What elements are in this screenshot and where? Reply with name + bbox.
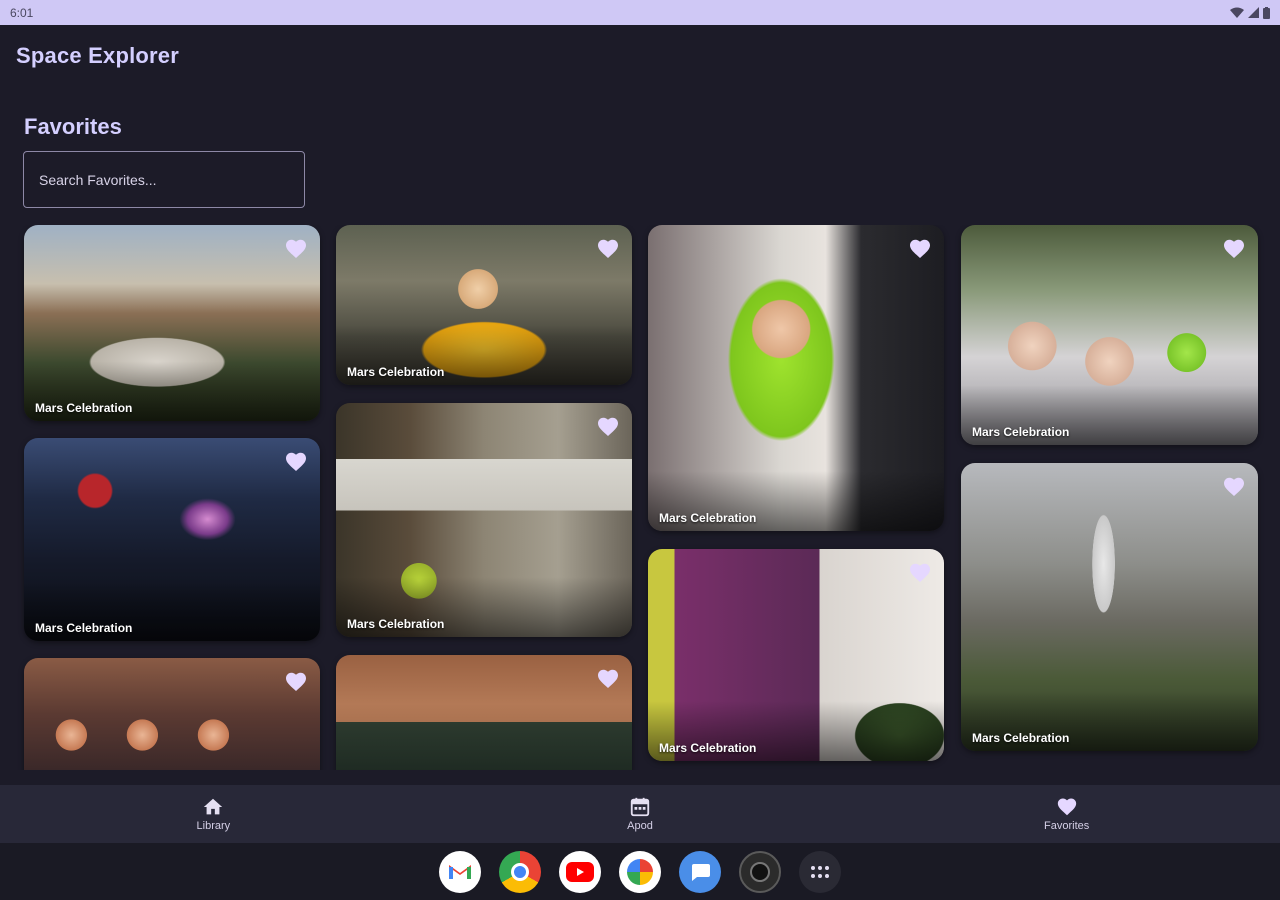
card-caption: Mars Celebration	[659, 741, 757, 755]
favorite-heart-icon[interactable]	[1222, 475, 1246, 499]
favorite-card[interactable]: Mars Celebration	[24, 438, 320, 641]
bottom-navigation: Library Apod Favorites	[0, 785, 1280, 843]
app-dock	[0, 843, 1280, 900]
favorite-card[interactable]: Mars Celebration	[648, 225, 944, 531]
favorite-card[interactable]: Mars Celebration	[336, 403, 632, 637]
calendar-icon	[630, 797, 650, 817]
card-caption: Mars Celebration	[347, 365, 445, 379]
favorite-heart-icon[interactable]	[596, 237, 620, 261]
gmail-icon[interactable]	[439, 850, 481, 893]
app-bar: Space Explorer	[0, 25, 1280, 87]
favorite-heart-icon[interactable]	[284, 237, 308, 261]
battery-icon	[1263, 6, 1270, 19]
favorite-heart-icon[interactable]	[596, 667, 620, 691]
favorite-heart-icon[interactable]	[1222, 237, 1246, 261]
favorite-heart-icon[interactable]	[908, 237, 932, 261]
favorite-card[interactable]: Mars Celebration	[648, 549, 944, 761]
favorite-card[interactable]: Mars Celebration	[961, 225, 1258, 445]
favorite-heart-icon[interactable]	[596, 415, 620, 439]
card-image	[24, 658, 320, 770]
nav-item-apod[interactable]: Apod	[427, 785, 854, 843]
nav-label: Apod	[627, 820, 653, 832]
card-caption: Mars Celebration	[35, 621, 133, 635]
nav-item-library[interactable]: Library	[0, 785, 427, 843]
app-drawer-icon[interactable]	[799, 850, 841, 893]
card-caption: Mars Celebration	[347, 617, 445, 631]
favorite-heart-icon[interactable]	[284, 670, 308, 694]
search-input[interactable]	[23, 151, 305, 208]
favorite-card[interactable]: Mars Celebration	[336, 225, 632, 385]
page-title: Favorites	[24, 114, 122, 139]
wifi-icon	[1230, 7, 1244, 18]
favorite-card[interactable]: Mars Celebration	[961, 463, 1258, 751]
heart-icon	[1057, 798, 1076, 816]
card-caption: Mars Celebration	[972, 731, 1070, 745]
card-caption: Mars Celebration	[972, 425, 1070, 439]
chrome-icon[interactable]	[499, 850, 541, 893]
favorite-heart-icon[interactable]	[908, 561, 932, 585]
app-title: Space Explorer	[16, 43, 179, 68]
status-icons	[1230, 6, 1270, 19]
signal-icon	[1248, 7, 1259, 18]
card-image	[336, 655, 632, 770]
favorite-card[interactable]: Mars Celebration	[24, 225, 320, 421]
favorite-heart-icon[interactable]	[284, 450, 308, 474]
nav-item-favorites[interactable]: Favorites	[853, 785, 1280, 843]
nav-label: Library	[196, 820, 231, 832]
status-bar: 6:01	[0, 0, 1280, 25]
home-icon	[204, 798, 223, 815]
camera-icon[interactable]	[739, 850, 781, 893]
favorite-card[interactable]	[24, 658, 320, 770]
card-caption: Mars Celebration	[659, 511, 757, 525]
photos-icon[interactable]	[619, 850, 661, 893]
favorite-card[interactable]	[336, 655, 632, 770]
youtube-icon[interactable]	[559, 850, 601, 893]
favorites-grid: Mars Celebration Mars Celebration Mars C…	[0, 225, 1280, 770]
card-caption: Mars Celebration	[35, 401, 133, 415]
nav-label: Favorites	[1044, 820, 1090, 832]
status-time: 6:01	[10, 5, 34, 20]
messages-icon[interactable]	[679, 850, 721, 893]
